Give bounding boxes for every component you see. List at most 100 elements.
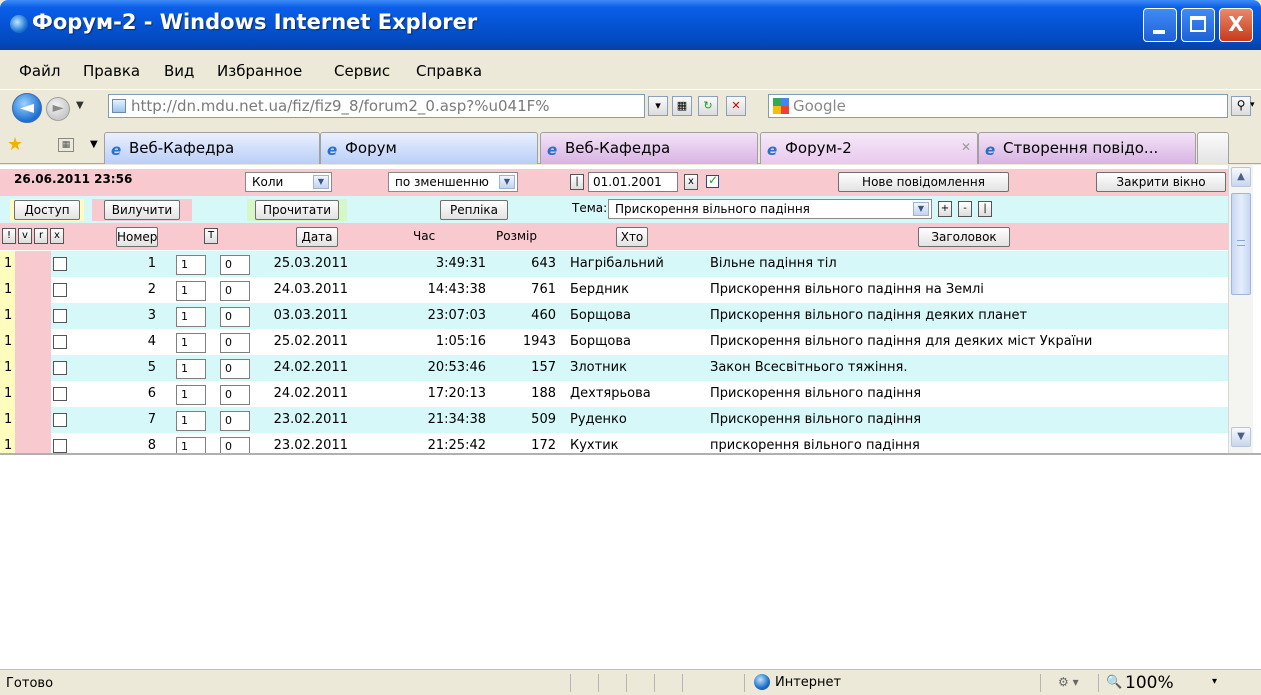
topic-set-button[interactable]: | (978, 201, 992, 217)
col-number-button[interactable]: Номер (116, 227, 158, 247)
tab-close-icon[interactable]: ✕ (961, 140, 971, 154)
row-field-b[interactable]: 0 (220, 333, 250, 353)
row-field-a[interactable]: 1 (176, 411, 206, 431)
tab-web-kafedra-2[interactable]: e Веб-Кафедра (540, 132, 758, 164)
row-title[interactable]: Прискорення вільного падіння деяких план… (710, 303, 1226, 329)
maximize-button[interactable] (1181, 8, 1215, 42)
close-window-button[interactable]: Закрити вікно (1096, 172, 1226, 192)
col-t-button[interactable]: T (204, 228, 218, 244)
date-set-button[interactable]: | (570, 174, 584, 190)
date-clear-button[interactable]: x (684, 174, 698, 190)
zoom-level[interactable]: 100% (1125, 673, 1174, 693)
col-flag-v[interactable]: v (18, 228, 32, 244)
zoom-icon[interactable]: 🔍 (1106, 675, 1122, 690)
tab-list-dropdown-icon[interactable]: ▼ (90, 139, 98, 150)
date-filter-input[interactable]: 01.01.2001 (588, 172, 678, 192)
tab-forum-2[interactable]: e Форум-2 ✕ (760, 132, 978, 164)
protected-mode-icon[interactable]: ⚙ ▾ (1058, 675, 1079, 689)
menu-help[interactable]: Справка (416, 62, 482, 80)
new-message-button[interactable]: Нове повідомлення (838, 172, 1009, 192)
zoom-dropdown-icon[interactable]: ▾ (1212, 676, 1217, 687)
col-flag-important[interactable]: ! (2, 228, 16, 244)
row-select-checkbox[interactable] (53, 309, 67, 323)
menu-file[interactable]: Файл (19, 62, 60, 80)
row-field-a[interactable]: 1 (176, 437, 206, 453)
row-field-b[interactable]: 0 (220, 411, 250, 431)
history-dropdown-icon[interactable]: ▼ (76, 100, 84, 111)
favorites-star-icon[interactable]: ★ (7, 134, 23, 155)
when-select[interactable]: Коли ▼ (245, 172, 332, 192)
row-field-a[interactable]: 1 (176, 385, 206, 405)
row-field-b[interactable]: 0 (220, 437, 250, 453)
new-tab-button[interactable] (1197, 132, 1229, 164)
col-who-button[interactable]: Хто (616, 227, 648, 247)
topic-select[interactable]: Прискорення вільного падіння ▼ (608, 199, 932, 219)
row-title[interactable]: Прискорення вільного падіння на Землі (710, 277, 1226, 303)
title-bar[interactable]: Форум-2 - Windows Internet Explorer X (0, 0, 1261, 50)
row-select-checkbox[interactable] (53, 283, 67, 297)
row-field-a[interactable]: 1 (176, 333, 206, 353)
row-title[interactable]: Прискорення вільного падіння для деяких … (710, 329, 1226, 355)
back-button[interactable]: ◄ (12, 93, 42, 123)
search-input[interactable]: Google (793, 97, 846, 115)
col-flag-r[interactable]: r (34, 228, 48, 244)
table-row[interactable]: 1 1 1 0 25.03.2011 3:49:31 643 Нагрібаль… (0, 251, 1228, 277)
row-field-b[interactable]: 0 (220, 385, 250, 405)
menu-view[interactable]: Вид (164, 62, 194, 80)
refresh-icon[interactable]: ↻ (698, 96, 718, 116)
delete-button[interactable]: Вилучити (104, 200, 180, 220)
table-row[interactable]: 1 4 1 0 25.02.2011 1:05:16 1943 Борщова … (0, 329, 1228, 355)
row-field-a[interactable]: 1 (176, 307, 206, 327)
row-field-a[interactable]: 1 (176, 281, 206, 301)
row-title[interactable]: Прискорення вільного падіння (710, 381, 1226, 407)
table-row[interactable]: 1 6 1 0 24.02.2011 17:20:13 188 Дехтярьо… (0, 381, 1228, 407)
vertical-scrollbar[interactable]: ▲ ▼ (1228, 165, 1253, 453)
address-dropdown-button[interactable]: ▾ (648, 96, 668, 116)
menu-tools[interactable]: Сервис (334, 62, 390, 80)
menu-favorites[interactable]: Избранное (217, 62, 302, 80)
row-title[interactable]: Вільне падіння тіл (710, 251, 1226, 277)
row-field-a[interactable]: 1 (176, 255, 206, 275)
minimize-button[interactable] (1143, 8, 1177, 42)
row-field-b[interactable]: 0 (220, 281, 250, 301)
scroll-down-icon[interactable]: ▼ (1231, 427, 1251, 447)
row-select-checkbox[interactable] (53, 335, 67, 349)
table-row[interactable]: 1 7 1 0 23.02.2011 21:34:38 509 Руденко … (0, 407, 1228, 433)
row-field-b[interactable]: 0 (220, 359, 250, 379)
row-select-checkbox[interactable] (53, 257, 67, 271)
tab-web-kafedra-1[interactable]: e Веб-Кафедра (104, 132, 320, 164)
reply-button[interactable]: Репліка (440, 200, 508, 220)
table-row[interactable]: 1 8 1 0 23.02.2011 21:25:42 172 Кухтик п… (0, 433, 1228, 453)
date-filter-checkbox[interactable] (706, 173, 719, 188)
row-field-b[interactable]: 0 (220, 307, 250, 327)
stop-icon[interactable]: ✕ (726, 96, 746, 116)
order-select[interactable]: по зменшенню ▼ (388, 172, 518, 192)
quick-tabs-icon[interactable]: ▦ (58, 138, 74, 152)
scroll-thumb[interactable] (1231, 193, 1251, 295)
col-title-button[interactable]: Заголовок (918, 227, 1010, 247)
read-button[interactable]: Прочитати (255, 200, 339, 220)
row-title[interactable]: Закон Всесвітнього тяжіння. (710, 355, 1226, 381)
tab-forum[interactable]: e Форум (320, 132, 538, 164)
row-field-a[interactable]: 1 (176, 359, 206, 379)
col-flag-x[interactable]: x (50, 228, 64, 244)
row-select-checkbox[interactable] (53, 439, 67, 453)
compatibility-icon[interactable]: ▦ (672, 96, 692, 116)
tab-create-message[interactable]: e Створення повідо... (978, 132, 1196, 164)
access-button[interactable]: Доступ (14, 200, 80, 220)
menu-edit[interactable]: Правка (83, 62, 140, 80)
col-date-button[interactable]: Дата (296, 227, 338, 247)
search-options-icon[interactable]: ▾ (1250, 96, 1260, 116)
table-row[interactable]: 1 3 1 0 03.03.2011 23:07:03 460 Борщова … (0, 303, 1228, 329)
address-field[interactable]: http://dn.mdu.net.ua/fiz/fiz9_8/forum2_0… (108, 94, 645, 118)
row-select-checkbox[interactable] (53, 361, 67, 375)
row-title[interactable]: прискорення вільного падіння (710, 433, 1226, 453)
close-button[interactable]: X (1219, 8, 1253, 42)
search-field[interactable]: Google (768, 94, 1228, 118)
row-field-b[interactable]: 0 (220, 255, 250, 275)
scroll-up-icon[interactable]: ▲ (1231, 167, 1251, 187)
row-select-checkbox[interactable] (53, 413, 67, 427)
topic-remove-button[interactable]: - (958, 201, 972, 217)
table-row[interactable]: 1 2 1 0 24.03.2011 14:43:38 761 Бердник … (0, 277, 1228, 303)
table-row[interactable]: 1 5 1 0 24.02.2011 20:53:46 157 Злотник … (0, 355, 1228, 381)
